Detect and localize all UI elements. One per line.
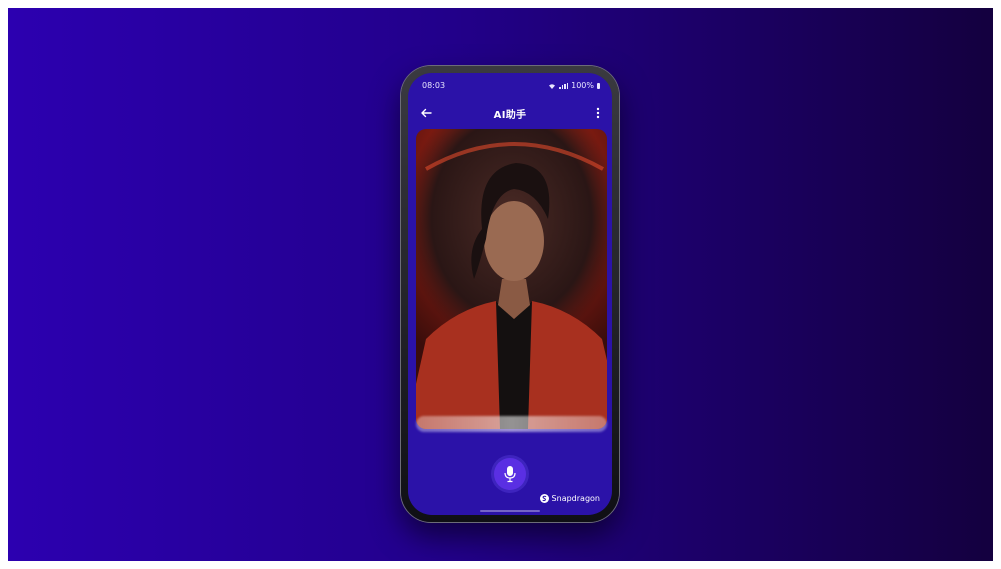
transcript-bubble [416,416,607,432]
phone-frame: 08:03 100% AI助手 Snapdragon [401,66,619,522]
status-time: 08:03 [422,81,446,90]
phone-screen: 08:03 100% AI助手 Snapdragon [408,73,612,515]
presentation-background: 08:03 100% AI助手 Snapdragon [8,8,993,561]
brand-label: Snapdragon [551,494,600,503]
avatar-figure [416,142,607,429]
home-indicator [480,510,540,512]
more-vertical-icon[interactable] [593,105,603,121]
status-indicators: 100% [548,81,600,90]
wifi-icon [549,83,556,89]
battery-percent: 100% [571,81,594,90]
microphone-icon [504,466,516,483]
page-title: AI助手 [493,110,527,121]
signal-icon [559,82,569,89]
brand-logo: Snapdragon [539,494,600,503]
microphone-button[interactable] [494,458,526,490]
snapdragon-logo-icon [539,494,549,503]
app-bar: AI助手 [408,103,612,125]
avatar-video [416,129,607,429]
status-bar: 08:03 100% [408,73,612,93]
battery-icon [597,82,600,89]
